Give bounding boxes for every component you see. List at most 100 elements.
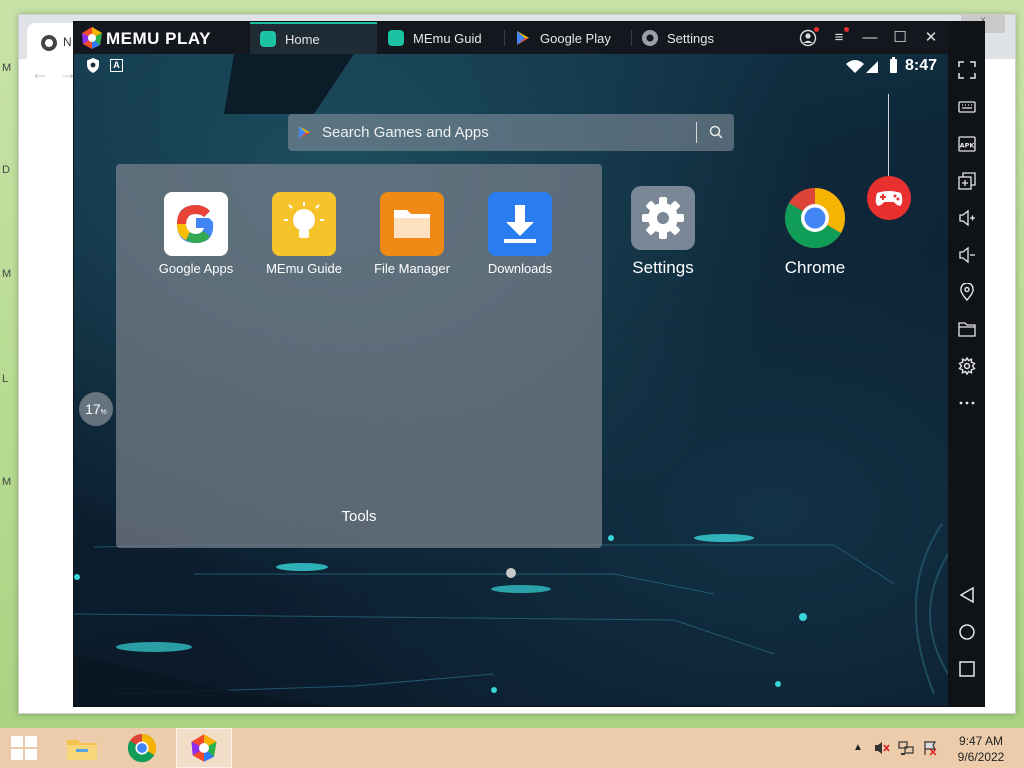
maximize-icon[interactable]: ☐ [888,26,912,50]
home-tab-icon [260,31,276,47]
gamepad-tether-line [888,94,889,176]
taskbar-chrome[interactable] [114,728,170,768]
tab-memu-guide[interactable]: MEmu Guid [378,22,502,54]
search-icon[interactable] [708,124,724,140]
svg-text:APK: APK [960,142,976,150]
desktop-icon-label-fragment: D [2,164,10,176]
memu-icon [191,734,217,762]
android-status-bar: A 8:47 [74,54,948,78]
android-screen: A 8:47 Search Games and Apps Google Apps… [74,54,948,706]
signal-icon [866,61,878,73]
taskbar-memu[interactable] [176,728,232,768]
action-center-flag-icon[interactable] [922,740,938,756]
google-play-icon [298,126,311,139]
progress-value: 17 [85,401,101,417]
app-settings[interactable]: Settings [608,186,718,278]
app-label: MEmu Guide [266,261,342,276]
tools-folder: Google Apps MEmu Guide File Manager Down… [116,164,602,548]
file-explorer-icon [67,740,97,760]
network-icon[interactable] [898,740,914,756]
more-icon[interactable] [948,389,984,419]
tab-home[interactable]: Home [250,22,377,54]
desktop-icon-label-fragment: M [2,268,12,280]
notification-dot [814,27,819,32]
search-placeholder: Search Games and Apps [322,124,489,141]
clock-time[interactable]: 9:47 AM [955,734,1007,748]
battery-icon [890,59,897,73]
settings-icon[interactable] [948,352,984,382]
shield-icon [87,58,99,73]
app-label: File Manager [374,261,450,276]
taskbar-file-explorer[interactable] [54,728,110,768]
tab-label: Home [285,31,320,47]
recents-icon[interactable] [948,655,984,685]
location-icon[interactable] [948,278,984,308]
tray-overflow-icon[interactable]: ▲ [850,740,866,756]
app-downloads[interactable]: Downloads [474,192,566,276]
app-file-manager[interactable]: File Manager [366,192,458,276]
app-memu-guide[interactable]: MEmu Guide [258,192,350,276]
app-label: Google Apps [158,261,234,276]
search-divider [696,122,697,143]
tab-label: MEmu Guid [413,30,482,46]
chrome-tab-label: N [63,35,72,49]
notification-dot [844,27,849,32]
status-time: 8:47 [905,57,938,74]
desktop-icon-label-fragment: M [2,476,12,488]
volume-down-icon[interactable] [948,241,984,271]
tab-label: Settings [667,30,714,46]
gamepad-button[interactable] [867,176,911,220]
chrome-icon [783,186,847,250]
page-indicator-dot [506,568,516,578]
memu-toolbar: APK [948,22,984,706]
tab-label: Google Play [540,30,611,46]
memu-titlebar: MEMU PLAY Home MEmu Guid Google Play Set… [74,22,984,54]
google-icon [164,192,228,256]
fullscreen-icon[interactable] [948,56,984,86]
cpu-usage-indicator[interactable]: 17% [79,392,113,426]
keyboard-badge: A [110,59,123,72]
app-label: Chrome [784,258,846,277]
speaker-muted-icon[interactable] [874,740,890,756]
folder-icon [380,192,444,256]
folder-title: Tools [341,508,377,525]
search-bar[interactable]: Search Games and Apps [288,114,734,151]
close-icon[interactable]: ✕ [919,26,943,50]
app-label: Downloads [487,261,553,276]
multi-window-icon[interactable] [948,167,984,197]
progress-unit: % [100,409,107,416]
wifi-icon [846,60,864,73]
memu-logo-icon [82,27,102,49]
shared-folder-icon[interactable] [948,315,984,345]
windows-taskbar: ▲ 9:47 AM 9/6/2022 [0,728,1024,768]
minimize-icon[interactable]: — [858,26,882,50]
status-icons [846,57,897,73]
clock-date[interactable]: 9/6/2022 [955,750,1007,764]
chrome-tab-icon [41,35,57,51]
back-icon[interactable] [948,581,984,611]
memu-window: MEMU PLAY Home MEmu Guid Google Play Set… [73,21,985,707]
tab-settings[interactable]: Settings [632,22,756,54]
gamepad-icon [875,191,903,206]
volume-up-icon[interactable] [948,204,984,234]
start-button[interactable] [0,728,48,768]
lightbulb-icon [272,192,336,256]
settings-tab-icon [642,30,658,46]
home-icon[interactable] [948,618,984,648]
memu-brand: MEMU PLAY [106,29,211,48]
keyboard-icon[interactable] [948,93,984,123]
desktop-icon-label-fragment: M [2,62,12,74]
chrome-back-icon[interactable]: ← [31,63,49,84]
guide-tab-icon [388,30,404,46]
settings-gear-icon [631,186,695,250]
app-label: Settings [632,258,694,277]
apk-install-icon[interactable]: APK [948,130,984,160]
google-play-icon [517,31,529,45]
windows-logo-icon [11,736,37,760]
app-google-apps[interactable]: Google Apps [150,192,242,276]
chrome-icon [127,733,157,763]
download-icon [488,192,552,256]
app-chrome[interactable]: Chrome [760,186,870,278]
desktop-icon-label-fragment: L [2,373,9,385]
tab-google-play[interactable]: Google Play [505,22,629,54]
